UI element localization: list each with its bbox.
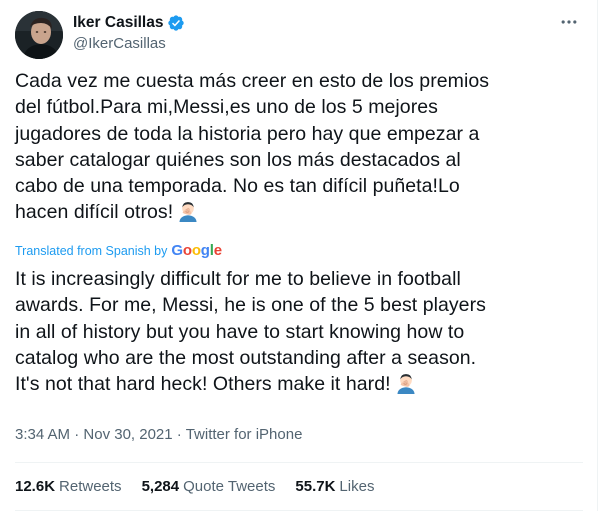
translation-note-text: Translated from Spanish by xyxy=(15,244,168,258)
tweet-meta: 3:34 AM · Nov 30, 2021 · Twitter for iPh… xyxy=(15,425,302,444)
google-logo: Google xyxy=(171,242,222,259)
meta-separator: · xyxy=(176,426,182,443)
verified-badge-icon xyxy=(167,14,185,32)
tweet-source[interactable]: Twitter for iPhone xyxy=(186,426,303,443)
retweets-label: Retweets xyxy=(59,478,122,495)
likes-count: 55.7K xyxy=(295,478,336,495)
meta-separator: · xyxy=(74,426,80,443)
likes-label: Likes xyxy=(339,478,375,495)
face-palm-emoji-icon xyxy=(177,200,199,223)
tweet-text-original-body: Cada vez me cuesta más creer en esto de … xyxy=(15,70,490,224)
translation-note[interactable]: Translated from Spanish by Google xyxy=(15,243,222,259)
name-row: Iker Casillas xyxy=(73,13,185,32)
avatar[interactable] xyxy=(15,11,63,59)
more-options-icon[interactable] xyxy=(556,9,582,35)
tweet-card: Iker Casillas @IkerCasillas Cada vez me … xyxy=(0,0,598,511)
quote-tweets-stat[interactable]: 5,284 Quote Tweets xyxy=(142,477,276,496)
user-handle[interactable]: @IkerCasillas xyxy=(73,34,166,53)
quote-tweets-label: Quote Tweets xyxy=(183,478,276,495)
likes-stat[interactable]: 55.7K Likes xyxy=(295,477,374,496)
tweet-time[interactable]: 3:34 AM xyxy=(15,426,70,443)
quote-tweets-count: 5,284 xyxy=(141,478,180,495)
retweets-stat[interactable]: 12.6K Retweets xyxy=(15,477,122,496)
retweets-count: 12.6K xyxy=(15,478,56,495)
tweet-date[interactable]: Nov 30, 2021 xyxy=(83,426,172,443)
display-name[interactable]: Iker Casillas xyxy=(73,13,163,32)
tweet-stats: 12.6K Retweets 5,284 Quote Tweets 55.7K Lik… xyxy=(15,477,394,496)
face-palm-emoji-icon xyxy=(395,372,417,395)
tweet-text-original: Cada vez me cuesta más creer en esto de … xyxy=(15,68,587,226)
divider xyxy=(15,462,583,463)
tweet-text-translated: It is increasingly difficult for me to b… xyxy=(15,266,587,397)
